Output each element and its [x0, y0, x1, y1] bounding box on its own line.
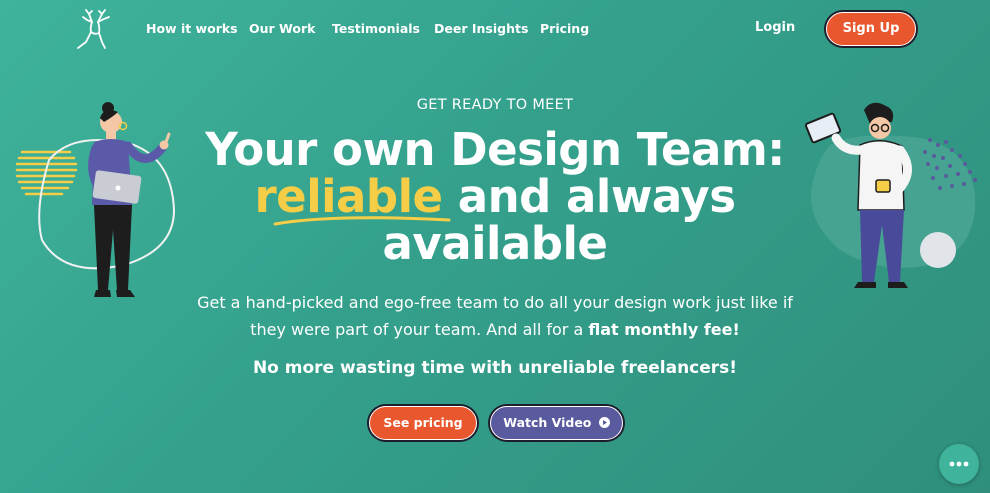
nav-link-deer-insights[interactable]: Deer Insights	[434, 21, 528, 36]
hero-tagline: No more wasting time with unreliable fre…	[252, 358, 738, 378]
nav-link-pricing[interactable]: Pricing	[540, 21, 589, 36]
chat-icon	[949, 461, 969, 467]
nav-link-testimonials[interactable]: Testimonials	[332, 21, 420, 36]
headline-line-3: available	[382, 217, 608, 270]
headline-line-2-rest: and always	[442, 170, 736, 223]
chat-button[interactable]	[939, 444, 979, 484]
deer-logo-icon[interactable]	[72, 8, 118, 50]
nav-link-how-it-works[interactable]: How it works	[146, 21, 238, 36]
play-icon	[598, 417, 610, 428]
top-nav: How it works Our Work Testimonials Deer …	[0, 0, 990, 60]
nav-link-our-work[interactable]: Our Work	[249, 21, 315, 36]
highlight-underline-decoration	[273, 216, 451, 226]
signup-button[interactable]: Sign Up	[826, 12, 916, 46]
see-pricing-button[interactable]: See pricing	[369, 406, 477, 440]
subtitle-bold: flat monthly fee!	[588, 320, 740, 339]
watch-video-button[interactable]: Watch Video	[490, 406, 623, 440]
watch-video-label: Watch Video	[503, 415, 592, 430]
hero-subtitle: Get a hand-picked and ego-free team to d…	[180, 289, 810, 343]
login-link[interactable]: Login	[755, 20, 795, 35]
hero-headline: Your own Design Team: reliable and alway…	[0, 126, 990, 267]
hero-eyebrow: GET READY TO MEET	[416, 97, 574, 113]
headline-line-1: Your own Design Team:	[205, 123, 785, 176]
headline-line-2: reliable and always	[0, 173, 990, 220]
